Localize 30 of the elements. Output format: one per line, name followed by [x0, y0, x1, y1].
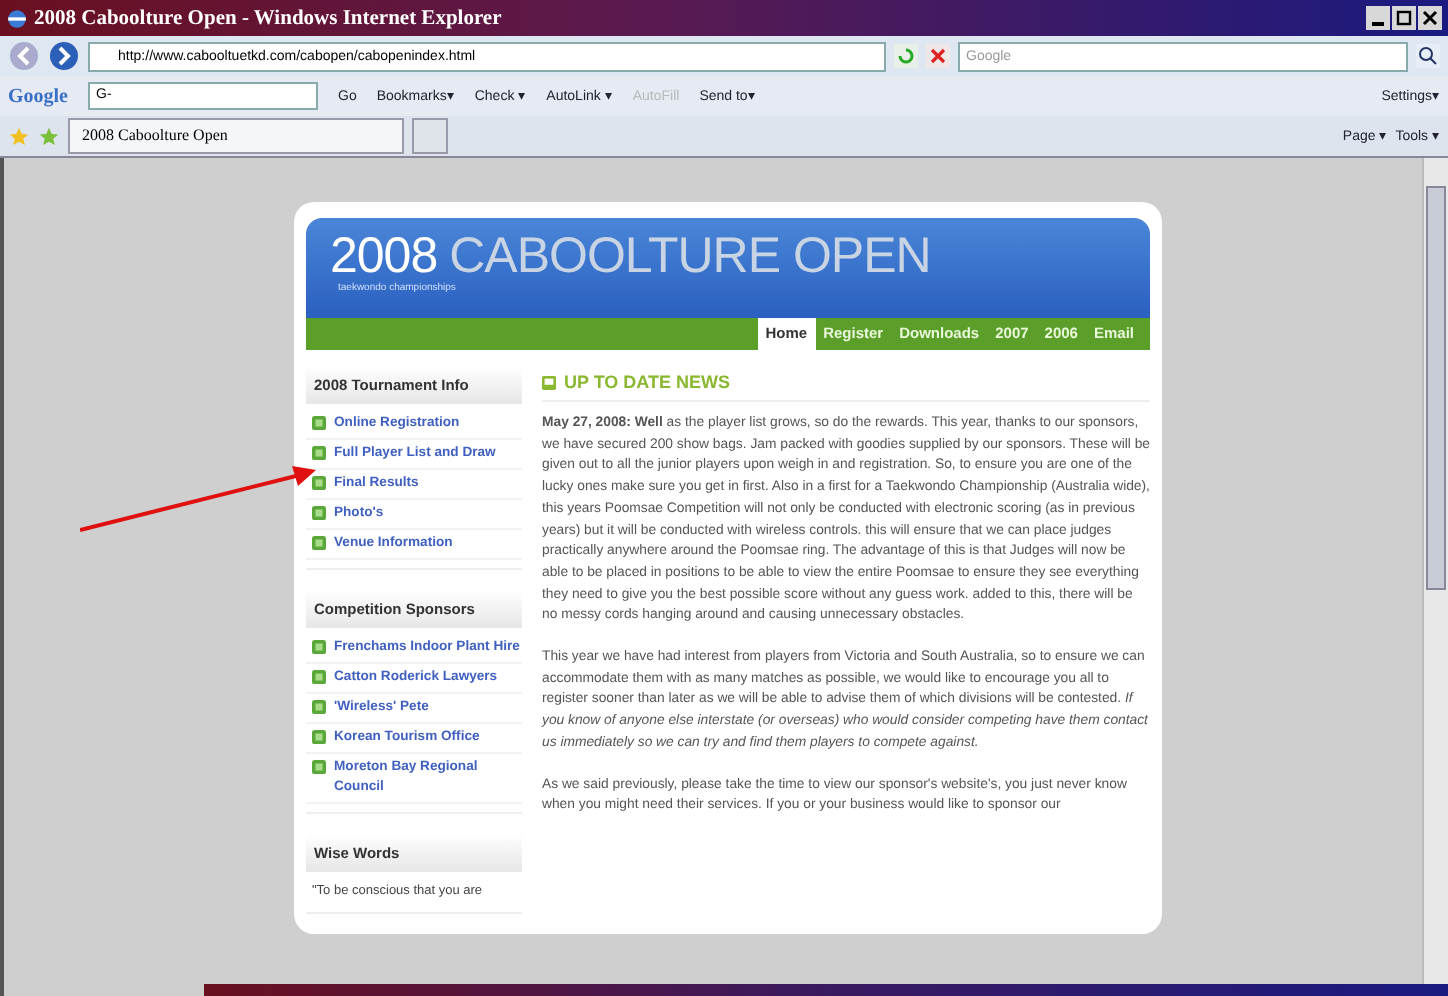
- browser-logo-icon: [6, 7, 28, 29]
- bullet-icon: [312, 730, 326, 744]
- scrollbar-thumb[interactable]: [1426, 186, 1446, 590]
- browser-tab[interactable]: 2008 Caboolture Open: [68, 118, 404, 154]
- stop-icon[interactable]: [926, 44, 950, 68]
- news-heading: UP TO DATE NEWS: [564, 372, 731, 392]
- forward-icon[interactable]: [48, 40, 80, 72]
- bullet-icon: [312, 476, 326, 490]
- site-title: CABOOLTURE OPEN: [449, 228, 931, 284]
- scrollbar[interactable]: [1422, 158, 1448, 984]
- bullet-icon: [312, 416, 326, 430]
- refresh-icon[interactable]: [894, 44, 918, 68]
- bullet-icon: [312, 506, 326, 520]
- bullet-icon: [312, 536, 326, 550]
- bullet-icon: [312, 760, 326, 774]
- new-tab-button[interactable]: [412, 118, 448, 154]
- google-logo: Google: [8, 85, 68, 107]
- maximize-icon[interactable]: [1392, 6, 1416, 30]
- bullet-icon: [312, 670, 326, 684]
- window-title: 2008 Caboolture Open - Windows Internet Explorer: [34, 7, 502, 29]
- minimize-icon[interactable]: [1366, 6, 1390, 30]
- bullet-icon: [312, 446, 326, 460]
- bullet-icon: [312, 700, 326, 714]
- bullet-icon: [312, 640, 326, 654]
- star-icon[interactable]: [8, 125, 30, 147]
- news-icon: [542, 376, 556, 390]
- search-icon[interactable]: [1416, 44, 1440, 68]
- add-favorite-icon[interactable]: [38, 125, 60, 147]
- site-title-year: 2008: [330, 228, 438, 284]
- close-icon[interactable]: [1418, 6, 1442, 30]
